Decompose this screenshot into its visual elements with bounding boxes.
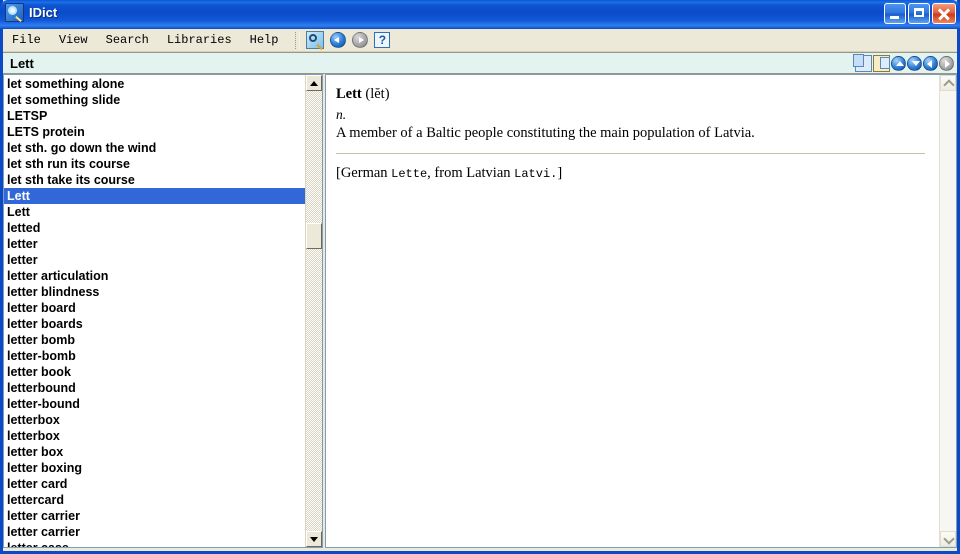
back-arrow-icon[interactable] xyxy=(330,32,347,48)
left-arrow-glyph xyxy=(927,60,932,68)
definition-scroll-down-button[interactable] xyxy=(940,531,956,547)
list-item[interactable]: let sth. go down the wind xyxy=(4,140,305,156)
help-icon[interactable]: ? xyxy=(374,32,391,48)
list-item[interactable]: letter blindness xyxy=(4,284,305,300)
title-bar-left: IDict xyxy=(5,3,57,22)
list-item[interactable]: LETS protein xyxy=(4,124,305,140)
word-list-scrollbar[interactable] xyxy=(305,75,322,547)
scrollbar-thumb[interactable] xyxy=(306,223,322,249)
list-item[interactable]: letter boards xyxy=(4,316,305,332)
list-item[interactable]: Lett xyxy=(4,204,305,220)
paste-icon[interactable] xyxy=(873,54,890,72)
application-window: IDict File View Search Libraries Help ? xyxy=(0,0,960,554)
headword-line: Lett (lĕt) xyxy=(336,85,925,104)
triangle-down-icon xyxy=(310,537,318,542)
menu-view[interactable]: View xyxy=(50,31,97,49)
scroll-up-icon[interactable] xyxy=(891,55,906,71)
word-list[interactable]: let something alone let something slide LE… xyxy=(4,75,305,547)
list-item[interactable]: letter carrier xyxy=(4,508,305,524)
search-bar-actions xyxy=(853,53,957,72)
etymology-source-word-1: Lette xyxy=(391,167,428,181)
list-item[interactable]: letter case xyxy=(4,540,305,547)
list-item[interactable]: letter bomb xyxy=(4,332,305,348)
menu-search[interactable]: Search xyxy=(97,31,158,49)
list-item[interactable]: letter card xyxy=(4,476,305,492)
history-forward-icon[interactable] xyxy=(939,55,954,71)
list-item[interactable]: letter articulation xyxy=(4,268,305,284)
window-controls xyxy=(884,3,956,24)
definition-scroll-up-button[interactable] xyxy=(940,75,956,91)
sense-text: A member of a Baltic people constituting… xyxy=(336,125,755,141)
list-item[interactable]: letter boxing xyxy=(4,460,305,476)
etymology-middle: , from Latvian xyxy=(427,165,515,181)
definition-scrollbar[interactable] xyxy=(939,75,956,547)
copy-icon[interactable] xyxy=(853,53,872,72)
list-item[interactable]: letterbox xyxy=(4,412,305,428)
pronunciation: (lĕt) xyxy=(365,86,390,102)
list-item[interactable]: letter board xyxy=(4,300,305,316)
back-arrow-glyph xyxy=(334,37,340,43)
title-bar: IDict xyxy=(0,0,960,29)
search-icon[interactable] xyxy=(306,31,325,49)
up-arrow-glyph xyxy=(895,60,904,66)
history-back-icon[interactable] xyxy=(923,55,938,71)
section-divider xyxy=(336,153,925,154)
list-item[interactable]: letter-bound xyxy=(4,396,305,412)
toolbar-grip xyxy=(295,31,301,49)
scroll-down-icon[interactable] xyxy=(907,55,922,71)
main-content: let something alone let something slide LE… xyxy=(3,74,957,548)
list-item[interactable]: letterbound xyxy=(4,380,305,396)
list-item[interactable]: letted xyxy=(4,220,305,236)
list-item[interactable]: letter xyxy=(4,236,305,252)
scrollbar-down-button[interactable] xyxy=(306,531,322,547)
search-input[interactable] xyxy=(3,54,855,72)
forward-arrow-icon[interactable] xyxy=(352,32,369,48)
list-item[interactable]: letter carrier xyxy=(4,524,305,540)
minimize-button[interactable] xyxy=(884,3,906,24)
scrollbar-up-button[interactable] xyxy=(306,75,322,91)
part-of-speech: n. xyxy=(336,107,347,122)
list-item[interactable]: let sth take its course xyxy=(4,172,305,188)
chevron-up-icon xyxy=(943,79,955,91)
word-list-pane: let something alone let something slide LE… xyxy=(3,74,323,548)
close-button[interactable] xyxy=(932,3,956,24)
down-arrow-glyph xyxy=(911,60,920,66)
etymology-source-word-2: Latvi. xyxy=(514,167,558,181)
list-item[interactable]: let sth run its course xyxy=(4,156,305,172)
chevron-down-icon xyxy=(943,533,955,545)
definition-body: Lett (lĕt) n. A member of a Baltic peopl… xyxy=(326,75,939,547)
list-item[interactable]: LETSP xyxy=(4,108,305,124)
search-bar xyxy=(3,52,957,74)
menu-libraries[interactable]: Libraries xyxy=(158,31,241,49)
headword: Lett xyxy=(336,86,362,102)
etymology-open: [German xyxy=(336,165,392,181)
forward-arrow-glyph xyxy=(359,37,365,43)
etymology-close: ] xyxy=(557,165,563,181)
etymology: [German Lette, from Latvian Latvi.] xyxy=(336,164,925,184)
window-title: IDict xyxy=(29,5,58,20)
list-item[interactable]: Lett xyxy=(4,188,305,204)
app-dictionary-icon xyxy=(5,3,24,22)
list-item[interactable]: letter-bomb xyxy=(4,348,305,364)
list-item[interactable]: lettercard xyxy=(4,492,305,508)
list-item[interactable]: letter xyxy=(4,252,305,268)
list-item[interactable]: letterbox xyxy=(4,428,305,444)
toolbar: ? xyxy=(306,31,391,49)
list-item[interactable]: let something slide xyxy=(4,92,305,108)
list-item[interactable]: letter box xyxy=(4,444,305,460)
maximize-button[interactable] xyxy=(908,3,930,24)
menu-help[interactable]: Help xyxy=(241,31,288,49)
menu-bar: File View Search Libraries Help ? xyxy=(3,29,957,52)
triangle-up-icon xyxy=(310,81,318,86)
list-item[interactable]: letter book xyxy=(4,364,305,380)
list-item[interactable]: let something alone xyxy=(4,76,305,92)
right-arrow-glyph xyxy=(945,60,950,68)
menu-file[interactable]: File xyxy=(3,31,50,49)
definition-pane: Lett (lĕt) n. A member of a Baltic peopl… xyxy=(325,74,957,548)
